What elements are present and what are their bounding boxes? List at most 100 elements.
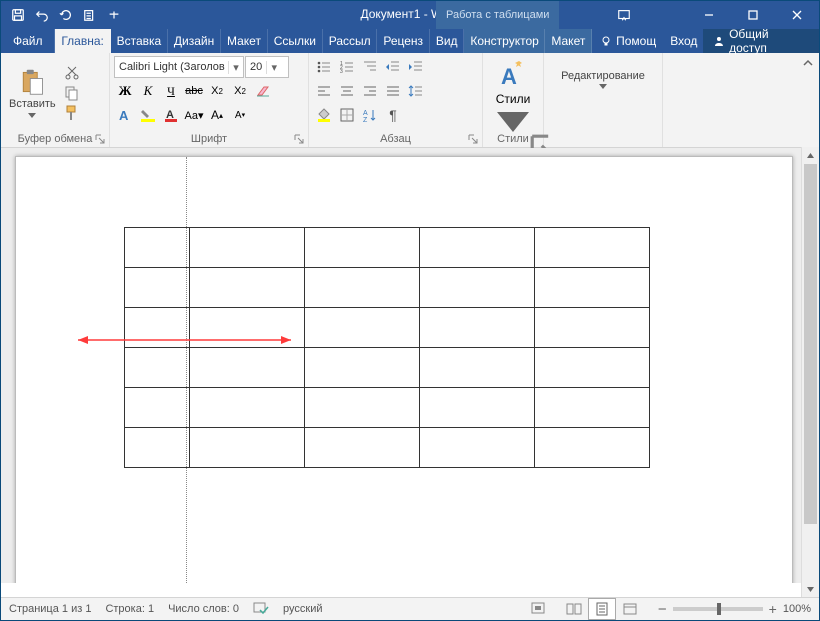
increase-indent-button[interactable] bbox=[405, 56, 427, 78]
zoom-value[interactable]: 100% bbox=[783, 603, 811, 615]
qat-customize-icon[interactable] bbox=[103, 4, 125, 26]
collapse-ribbon-button[interactable] bbox=[797, 53, 819, 147]
subscript-button[interactable]: X2 bbox=[206, 80, 228, 102]
table-cell[interactable] bbox=[420, 348, 535, 388]
scroll-up-button[interactable] bbox=[802, 147, 819, 164]
decrease-indent-button[interactable] bbox=[382, 56, 404, 78]
font-color-button[interactable]: A bbox=[160, 104, 182, 126]
format-painter-button[interactable] bbox=[62, 104, 82, 122]
strikethrough-button[interactable]: abc bbox=[183, 80, 205, 102]
tab-table-design[interactable]: Конструктор bbox=[464, 29, 545, 53]
tab-view[interactable]: Вид bbox=[430, 29, 465, 53]
line-spacing-button[interactable] bbox=[405, 80, 427, 102]
align-left-button[interactable] bbox=[313, 80, 335, 102]
text-effects-button[interactable]: A bbox=[114, 104, 136, 126]
shrink-font-button[interactable]: A▾ bbox=[229, 104, 251, 126]
table-cell[interactable] bbox=[535, 388, 650, 428]
table-cell[interactable] bbox=[190, 228, 305, 268]
table-cell[interactable] bbox=[535, 428, 650, 468]
zoom-slider[interactable] bbox=[673, 607, 763, 611]
paste-button[interactable]: Вставить bbox=[5, 56, 60, 130]
cut-button[interactable] bbox=[62, 64, 82, 82]
tab-table-layout[interactable]: Макет bbox=[545, 29, 592, 53]
superscript-button[interactable]: X2 bbox=[229, 80, 251, 102]
table-cell[interactable] bbox=[420, 228, 535, 268]
table-cell[interactable] bbox=[125, 268, 190, 308]
signin-button[interactable]: Вход bbox=[664, 29, 703, 53]
tab-insert[interactable]: Вставка bbox=[111, 29, 168, 53]
scroll-thumb[interactable] bbox=[804, 164, 817, 524]
table-cell[interactable] bbox=[305, 428, 420, 468]
numbering-button[interactable]: 123 bbox=[336, 56, 358, 78]
bullets-button[interactable] bbox=[313, 56, 335, 78]
qat-item-icon[interactable] bbox=[79, 4, 101, 26]
web-layout-button[interactable] bbox=[616, 598, 644, 620]
status-page[interactable]: Страница 1 из 1 bbox=[9, 603, 91, 615]
tab-home[interactable]: Главна: bbox=[55, 29, 110, 53]
status-language[interactable]: русский bbox=[283, 603, 322, 615]
print-layout-button[interactable] bbox=[588, 598, 616, 620]
table-cell[interactable] bbox=[420, 268, 535, 308]
table-cell[interactable] bbox=[535, 348, 650, 388]
show-marks-button[interactable]: ¶ bbox=[382, 104, 404, 126]
sort-button[interactable]: AZ bbox=[359, 104, 381, 126]
read-mode-button[interactable] bbox=[560, 598, 588, 620]
table-cell[interactable] bbox=[305, 348, 420, 388]
maximize-button[interactable] bbox=[731, 1, 775, 29]
tab-mailings[interactable]: Рассыл bbox=[323, 29, 378, 53]
table-cell[interactable] bbox=[190, 388, 305, 428]
borders-button[interactable] bbox=[336, 104, 358, 126]
close-button[interactable] bbox=[775, 1, 819, 29]
spellcheck-icon[interactable] bbox=[253, 601, 269, 618]
table-cell[interactable] bbox=[535, 308, 650, 348]
table-cell[interactable] bbox=[535, 268, 650, 308]
table-cell[interactable] bbox=[125, 428, 190, 468]
table-cell[interactable] bbox=[305, 268, 420, 308]
scroll-down-button[interactable] bbox=[802, 581, 819, 598]
undo-icon[interactable] bbox=[31, 4, 53, 26]
table-cell[interactable] bbox=[420, 308, 535, 348]
bold-button[interactable]: Ж bbox=[114, 80, 136, 102]
table-cell[interactable] bbox=[420, 388, 535, 428]
tab-design[interactable]: Дизайн bbox=[168, 29, 221, 53]
table-cell[interactable] bbox=[190, 348, 305, 388]
clear-format-button[interactable] bbox=[252, 80, 274, 102]
change-case-button[interactable]: Aa▾ bbox=[183, 104, 205, 126]
table-cell[interactable] bbox=[305, 228, 420, 268]
tab-file[interactable]: Файл bbox=[1, 29, 55, 53]
tab-layout[interactable]: Макет bbox=[221, 29, 268, 53]
status-words[interactable]: Число слов: 0 bbox=[168, 603, 239, 615]
document-table[interactable] bbox=[124, 227, 650, 468]
font-launcher[interactable] bbox=[294, 133, 306, 145]
highlight-button[interactable] bbox=[137, 104, 159, 126]
zoom-in-button[interactable]: + bbox=[769, 601, 777, 617]
align-right-button[interactable] bbox=[359, 80, 381, 102]
vertical-scrollbar[interactable] bbox=[801, 147, 819, 598]
table-cell[interactable] bbox=[125, 228, 190, 268]
table-cell[interactable] bbox=[125, 388, 190, 428]
ribbon-options-icon[interactable] bbox=[609, 1, 639, 29]
table-cell[interactable] bbox=[305, 388, 420, 428]
repeat-icon[interactable] bbox=[55, 4, 77, 26]
underline-button[interactable]: Ч bbox=[160, 80, 182, 102]
table-cell[interactable] bbox=[535, 228, 650, 268]
save-icon[interactable] bbox=[7, 4, 29, 26]
macro-icon[interactable] bbox=[530, 601, 546, 618]
grow-font-button[interactable]: A▴ bbox=[206, 104, 228, 126]
copy-button[interactable] bbox=[62, 84, 82, 102]
align-center-button[interactable] bbox=[336, 80, 358, 102]
page[interactable] bbox=[15, 156, 793, 583]
styles-button[interactable]: A Стили bbox=[487, 56, 539, 142]
share-button[interactable]: Общий доступ bbox=[703, 29, 819, 53]
table-cell[interactable] bbox=[420, 428, 535, 468]
minimize-button[interactable] bbox=[687, 1, 731, 29]
table-cell[interactable] bbox=[125, 348, 190, 388]
paragraph-launcher[interactable] bbox=[468, 133, 480, 145]
font-size-combo[interactable]: 20▾ bbox=[245, 56, 289, 78]
shading-button[interactable] bbox=[313, 104, 335, 126]
styles-launcher[interactable] bbox=[529, 133, 541, 145]
zoom-out-button[interactable]: − bbox=[658, 601, 667, 618]
tab-references[interactable]: Ссылки bbox=[268, 29, 323, 53]
tab-review[interactable]: Реценз bbox=[377, 29, 429, 53]
justify-button[interactable] bbox=[382, 80, 404, 102]
